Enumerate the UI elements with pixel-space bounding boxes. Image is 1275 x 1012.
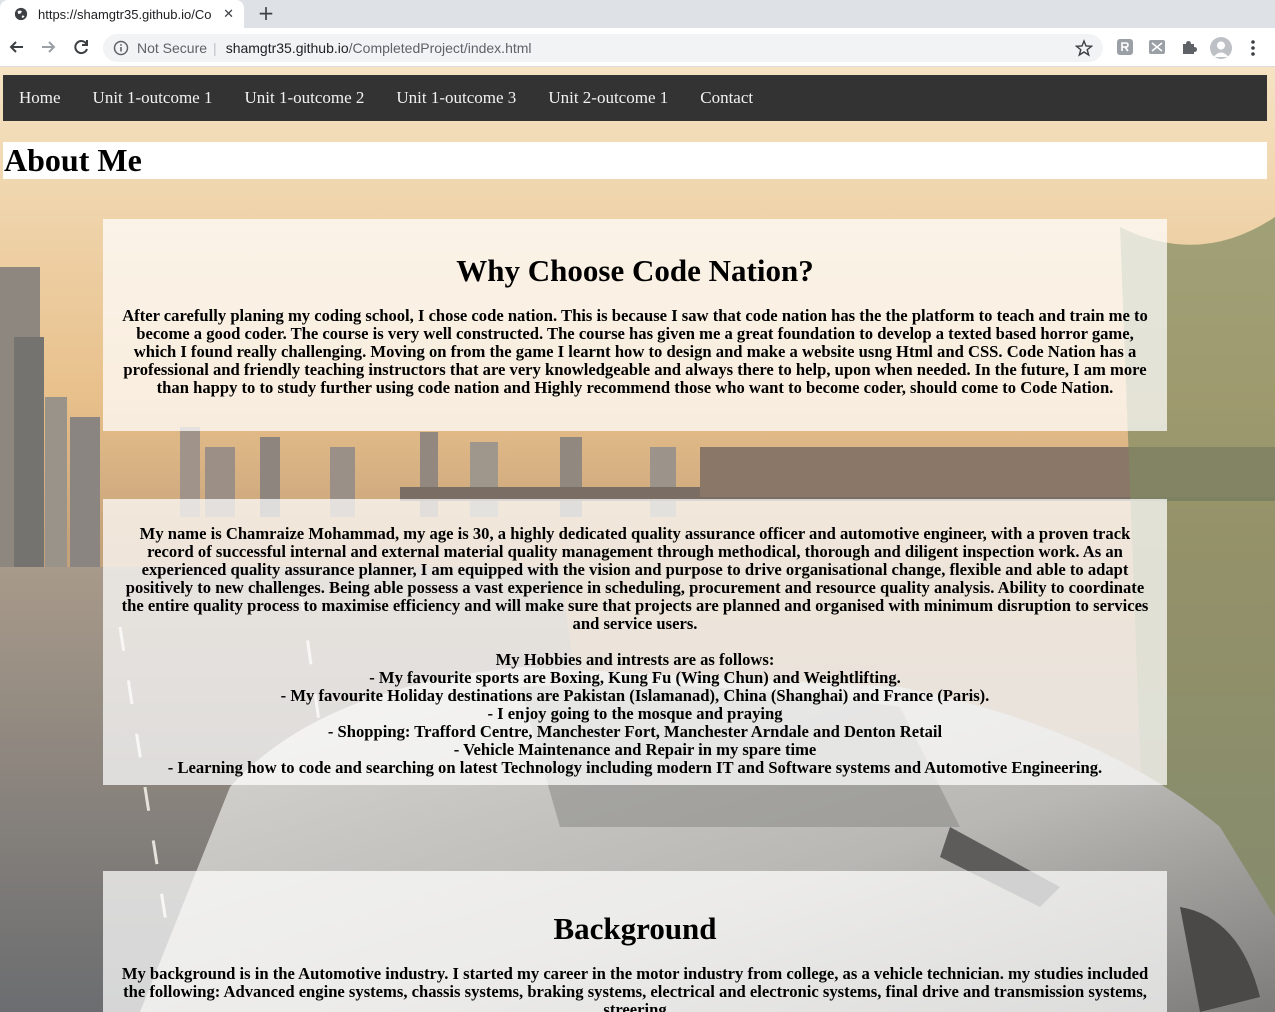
address-bar[interactable]: Not Secure | shamgtr35.github.io/Complet… bbox=[103, 34, 1103, 62]
why-body: After carefully planing my coding school… bbox=[122, 306, 1148, 397]
about-me-section: My name is Chamraize Mohammad, my age is… bbox=[103, 499, 1167, 785]
hobbies-heading: My Hobbies and intrests are as follows: bbox=[495, 650, 775, 669]
hobby-item: - Vehicle Maintenance and Repair in my s… bbox=[453, 740, 817, 759]
web-page: Home Unit 1-outcome 1 Unit 1-outcome 2 U… bbox=[0, 67, 1275, 1012]
browser-toolbar: Not Secure | shamgtr35.github.io/Complet… bbox=[0, 28, 1275, 67]
bookmark-star-icon[interactable] bbox=[1075, 39, 1093, 57]
info-icon[interactable] bbox=[113, 40, 129, 56]
why-code-nation-section: Why Choose Code Nation? After carefully … bbox=[103, 219, 1167, 431]
forward-arrow-icon[interactable] bbox=[38, 37, 58, 57]
nav-unit1-outcome3[interactable]: Unit 1-outcome 3 bbox=[380, 75, 532, 121]
extension-b-icon[interactable] bbox=[1148, 38, 1166, 56]
site-nav: Home Unit 1-outcome 1 Unit 1-outcome 2 U… bbox=[3, 75, 1267, 121]
hobby-item: - My favourite sports are Boxing, Kung F… bbox=[369, 668, 901, 687]
extensions-puzzle-icon[interactable] bbox=[1180, 38, 1198, 56]
background-body: My background is in the Automotive indus… bbox=[121, 964, 1149, 1012]
nav-unit1-outcome1[interactable]: Unit 1-outcome 1 bbox=[77, 75, 229, 121]
tab-title: https://shamgtr35.github.io/Co bbox=[38, 6, 212, 22]
about-intro: My name is Chamraize Mohammad, my age is… bbox=[121, 524, 1149, 633]
profile-avatar-icon[interactable] bbox=[1210, 37, 1232, 59]
globe-icon bbox=[14, 7, 28, 21]
back-arrow-icon[interactable] bbox=[7, 37, 27, 57]
browser-menu-icon[interactable] bbox=[1246, 37, 1260, 59]
hobby-item: - Learning how to code and searching on … bbox=[167, 758, 1103, 777]
url-host: shamgtr35.github.io bbox=[225, 40, 349, 56]
close-tab-icon[interactable]: ✕ bbox=[223, 7, 234, 22]
nav-contact[interactable]: Contact bbox=[684, 75, 769, 121]
url-separator: | bbox=[213, 40, 217, 56]
security-status: Not Secure bbox=[137, 40, 208, 56]
hobby-item: - I enjoy going to the mosque and prayin… bbox=[487, 704, 783, 723]
hobbies-list: My Hobbies and intrests are as follows: … bbox=[103, 651, 1167, 777]
why-heading: Why Choose Code Nation? bbox=[456, 253, 814, 288]
hobby-item: - Shopping: Trafford Centre, Manchester … bbox=[327, 722, 943, 741]
nav-unit2-outcome1[interactable]: Unit 2-outcome 1 bbox=[532, 75, 684, 121]
browser-tab[interactable]: https://shamgtr35.github.io/Co ✕ bbox=[0, 0, 244, 28]
nav-home[interactable]: Home bbox=[3, 75, 77, 121]
tab-strip: https://shamgtr35.github.io/Co ✕ + bbox=[0, 0, 1275, 28]
background-section: Background My background is in the Autom… bbox=[103, 871, 1167, 1012]
page-title: About Me bbox=[4, 142, 142, 178]
page-title-bar: About Me bbox=[3, 142, 1267, 179]
nav-unit1-outcome2[interactable]: Unit 1-outcome 2 bbox=[228, 75, 380, 121]
extension-a-icon[interactable] bbox=[1116, 38, 1134, 56]
url-path: /CompletedProject/index.html bbox=[348, 40, 532, 56]
hobby-item: - My favourite Holiday destinations are … bbox=[280, 686, 990, 705]
new-tab-icon[interactable]: + bbox=[254, 2, 278, 26]
reload-icon[interactable] bbox=[71, 37, 91, 57]
background-heading: Background bbox=[553, 911, 717, 946]
